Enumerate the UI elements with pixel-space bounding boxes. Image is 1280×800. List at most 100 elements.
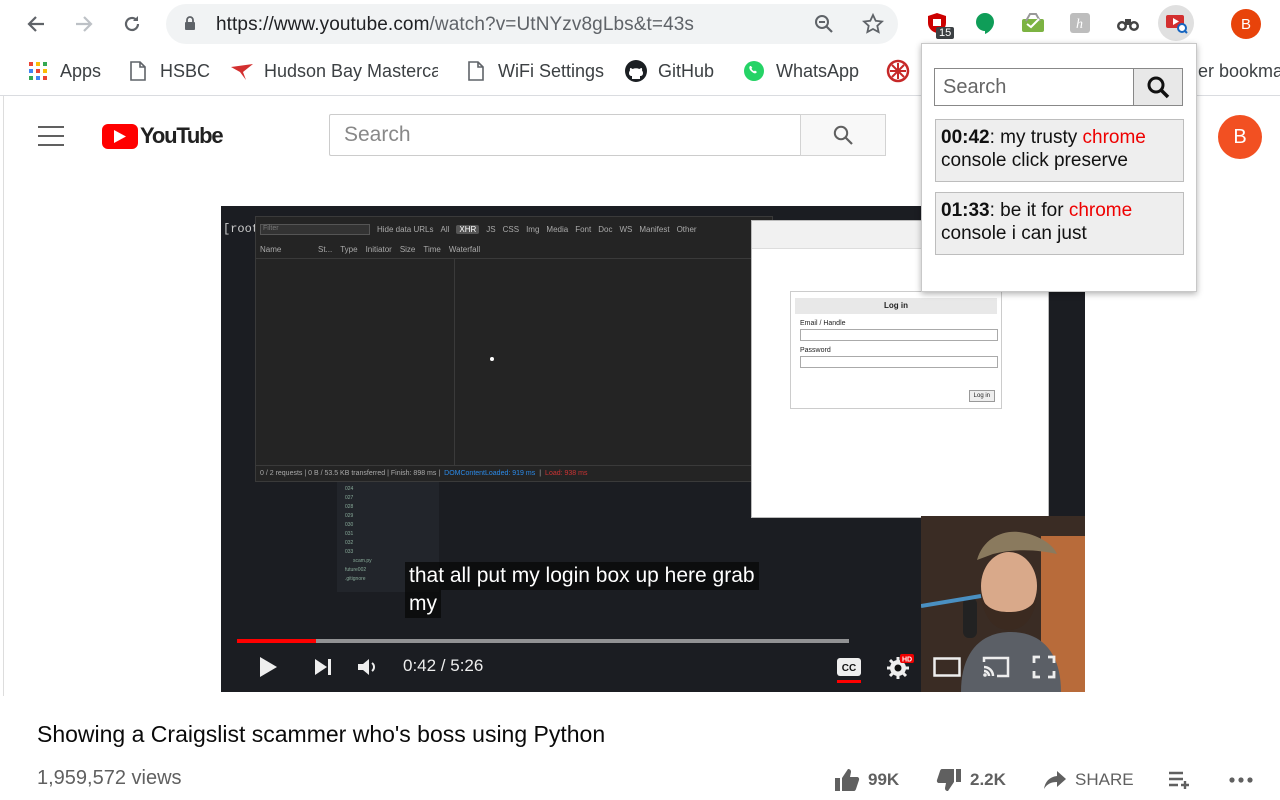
result-highlight: chrome <box>1082 127 1146 148</box>
search-icon <box>833 125 853 145</box>
volume-icon <box>358 659 375 675</box>
share-label: SHARE <box>1075 770 1134 789</box>
bookmark-hudson-bay[interactable]: Hudson Bay Masterca <box>230 58 438 84</box>
chrome-profile-avatar[interactable]: B <box>1231 9 1261 39</box>
bookmark-label: Apps <box>60 60 102 81</box>
like-count: 99K <box>868 770 900 789</box>
devtools-type: JS <box>486 224 496 234</box>
youtube-search-input[interactable]: Search <box>329 114 801 156</box>
red-asterisk-icon <box>886 59 910 83</box>
login-password-field <box>800 356 998 368</box>
reload-icon[interactable] <box>116 8 148 40</box>
bookmark-hsbc[interactable]: HSBC <box>126 58 210 84</box>
binoculars-extension-icon[interactable] <box>1113 8 1143 38</box>
miniplayer-button[interactable] <box>933 652 961 682</box>
captions-active-indicator <box>837 680 861 683</box>
bookmark-other-bookmarks[interactable]: er bookma <box>1198 58 1280 84</box>
zoom-icon[interactable] <box>813 13 835 35</box>
cast-icon <box>982 656 1010 678</box>
mouse-cursor-dot <box>490 357 494 361</box>
youtube-search-button[interactable] <box>800 114 886 156</box>
devtools-column: St... <box>318 245 333 254</box>
view-count: 1,959,572 views <box>37 767 182 789</box>
bookmark-label: WhatsApp <box>776 60 860 81</box>
transcript-result[interactable]: 00:42: my trusty chrome console click pr… <box>935 119 1184 182</box>
bookmark-wifi-settings[interactable]: WiFi Settings <box>464 58 604 84</box>
result-text: console i can just <box>941 223 1087 244</box>
devtools-hide-data-urls: Hide data URLs <box>377 224 434 234</box>
login-password-label: Password <box>800 347 831 354</box>
devtools-type: CSS <box>502 224 520 234</box>
bookmark-other-icon-only[interactable] <box>886 58 920 84</box>
apps-grid-icon <box>26 59 50 83</box>
tree-item: 028 <box>345 504 354 510</box>
save-to-playlist-button[interactable] <box>1168 766 1200 794</box>
fullscreen-button[interactable] <box>1031 652 1057 682</box>
caption-line: that all put my login box up here grab <box>405 562 759 590</box>
video-progress-bar[interactable] <box>237 639 849 643</box>
devtools-type: WS <box>619 224 633 234</box>
devtools-panel: Filter Hide data URLs All XHR JS CSS Img… <box>255 216 773 482</box>
devtools-type: Other <box>676 224 697 234</box>
like-button[interactable]: 99K <box>834 766 899 794</box>
url-text[interactable]: https://www.youtube.com/watch?v=UtNYzv8g… <box>216 14 694 36</box>
bookmark-label: er bookma <box>1198 60 1280 81</box>
login-button: Log in <box>968 390 995 402</box>
devtools-type: Manifest <box>639 224 670 234</box>
devtools-column: Size <box>399 245 416 254</box>
devtools-type: Font <box>575 224 592 234</box>
popup-search-input[interactable]: Search <box>934 68 1134 106</box>
bookmark-star-icon[interactable] <box>862 13 884 35</box>
bookmark-whatsapp[interactable]: WhatsApp <box>742 58 859 84</box>
video-captions: that all put my login box up here grab m… <box>405 562 771 618</box>
video-search-extension-icon[interactable] <box>1158 5 1194 41</box>
devtools-column: Waterfall <box>448 245 481 254</box>
address-bar[interactable]: https://www.youtube.com/watch?v=UtNYzv8g… <box>166 4 898 44</box>
bookmark-label: HSBC <box>160 60 211 81</box>
result-highlight: chrome <box>1068 200 1133 221</box>
next-button[interactable] <box>311 652 335 682</box>
captions-button[interactable]: CC <box>836 652 862 682</box>
forward-arrow-icon[interactable] <box>68 8 100 40</box>
popup-search-button[interactable] <box>1133 68 1183 106</box>
dislike-button[interactable]: 2.2K <box>936 766 1006 794</box>
cc-icon: CC <box>837 658 861 676</box>
share-button[interactable]: SHARE <box>1043 766 1134 794</box>
settings-button[interactable]: HD <box>885 652 915 682</box>
bookmark-apps[interactable]: Apps <box>26 58 101 84</box>
gear-icon: HD <box>887 654 914 679</box>
browser-toolbar: https://www.youtube.com/watch?v=UtNYzv8g… <box>0 0 1280 48</box>
thumbs-down-icon <box>936 768 962 792</box>
devtools-columns: Name St... Type Initiator Size Time Wate… <box>256 241 772 259</box>
bookmark-label: GitHub <box>658 60 715 81</box>
login-email-label: Email / Handle <box>800 320 846 327</box>
svg-text:CC: CC <box>842 663 856 674</box>
more-horizontal-icon <box>1228 776 1254 784</box>
transcript-result[interactable]: 01:33: be it for chrome console i can ju… <box>935 192 1184 255</box>
caption-line: my <box>405 590 441 618</box>
menu-icon[interactable] <box>38 126 64 146</box>
inbox-extension-icon[interactable] <box>1018 8 1048 38</box>
volume-button[interactable] <box>355 652 381 682</box>
h-extension-icon[interactable]: h <box>1065 8 1095 38</box>
play-button[interactable] <box>255 652 281 682</box>
github-icon <box>624 59 648 83</box>
fullscreen-icon <box>1032 655 1056 679</box>
hangouts-extension-icon[interactable] <box>970 8 1000 38</box>
cast-button[interactable] <box>981 652 1011 682</box>
back-arrow-icon[interactable] <box>20 8 52 40</box>
tree-item: 031 <box>345 531 354 537</box>
terminal-prompt: [root <box>223 222 260 236</box>
youtube-avatar[interactable]: B <box>1218 115 1262 159</box>
miniplayer-icon <box>933 657 961 677</box>
youtube-logo[interactable]: YouTube <box>102 123 224 149</box>
devtools-column: Name <box>260 245 282 254</box>
devtools-separator: | <box>539 470 542 477</box>
bookmark-github[interactable]: GitHub <box>624 58 714 84</box>
more-actions-button[interactable] <box>1228 766 1262 794</box>
devtools-column: Time <box>423 245 441 254</box>
devtools-type-selected: XHR <box>456 224 480 234</box>
lock-icon[interactable] <box>184 16 196 36</box>
tree-item: 024 <box>345 486 354 492</box>
devtools-type: Img <box>526 224 540 234</box>
